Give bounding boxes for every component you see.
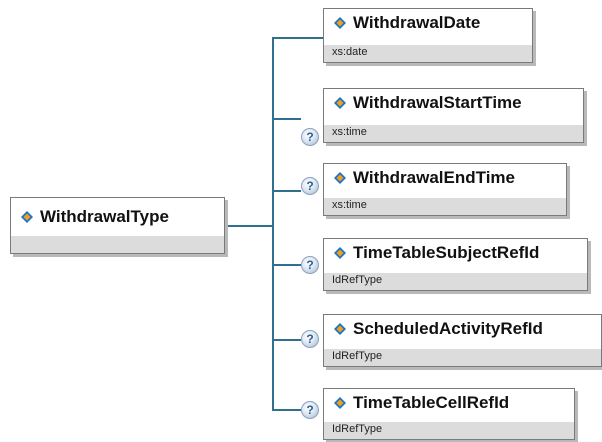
- branch-line-4: [272, 264, 301, 266]
- question-mark-icon: ?: [301, 177, 319, 195]
- schema-diagram: WithdrawalType WithdrawalDate xs:date ? …: [0, 0, 602, 442]
- element-type: xs:time: [324, 125, 583, 142]
- element-name: WithdrawalStartTime: [353, 93, 522, 112]
- element-diamond-icon: [334, 97, 346, 109]
- question-mark-icon: ?: [301, 128, 319, 146]
- element-name: ScheduledActivityRefId: [353, 319, 543, 338]
- element-type: IdRefType: [324, 273, 587, 290]
- question-mark-icon: ?: [301, 256, 319, 274]
- element-name: TimeTableSubjectRefId: [353, 243, 540, 262]
- element-node[interactable]: TimeTableSubjectRefId IdRefType: [323, 238, 588, 291]
- element-name: WithdrawalEndTime: [353, 168, 515, 187]
- root-connector: [228, 225, 273, 227]
- element-type: xs:time: [324, 198, 566, 215]
- element-node[interactable]: WithdrawalEndTime xs:time: [323, 163, 567, 216]
- question-mark-icon: ?: [301, 330, 319, 348]
- root-node[interactable]: WithdrawalType: [10, 197, 225, 254]
- root-node-type: [11, 236, 224, 253]
- branch-line-3: [272, 190, 301, 192]
- element-diamond-icon: [334, 323, 346, 335]
- element-diamond-icon: [334, 172, 346, 184]
- branch-spine: [272, 37, 274, 410]
- element-node[interactable]: WithdrawalStartTime xs:time: [323, 88, 584, 143]
- element-type: IdRefType: [324, 422, 574, 439]
- element-node[interactable]: ScheduledActivityRefId IdRefType: [323, 314, 602, 367]
- element-diamond-icon: [21, 211, 33, 223]
- element-type: IdRefType: [324, 349, 601, 366]
- element-diamond-icon: [334, 17, 346, 29]
- element-name: TimeTableCellRefId: [353, 393, 510, 412]
- branch-line-2: [272, 118, 301, 120]
- root-node-name: WithdrawalType: [40, 207, 169, 226]
- element-type: xs:date: [324, 45, 532, 62]
- element-node[interactable]: TimeTableCellRefId IdRefType: [323, 388, 575, 440]
- branch-line-1: [272, 37, 323, 39]
- element-name: WithdrawalDate: [353, 13, 481, 32]
- branch-line-6: [272, 409, 301, 411]
- element-diamond-icon: [334, 247, 346, 259]
- element-diamond-icon: [334, 397, 346, 409]
- question-mark-icon: ?: [301, 401, 319, 419]
- element-node[interactable]: WithdrawalDate xs:date: [323, 8, 533, 63]
- branch-line-5: [272, 339, 301, 341]
